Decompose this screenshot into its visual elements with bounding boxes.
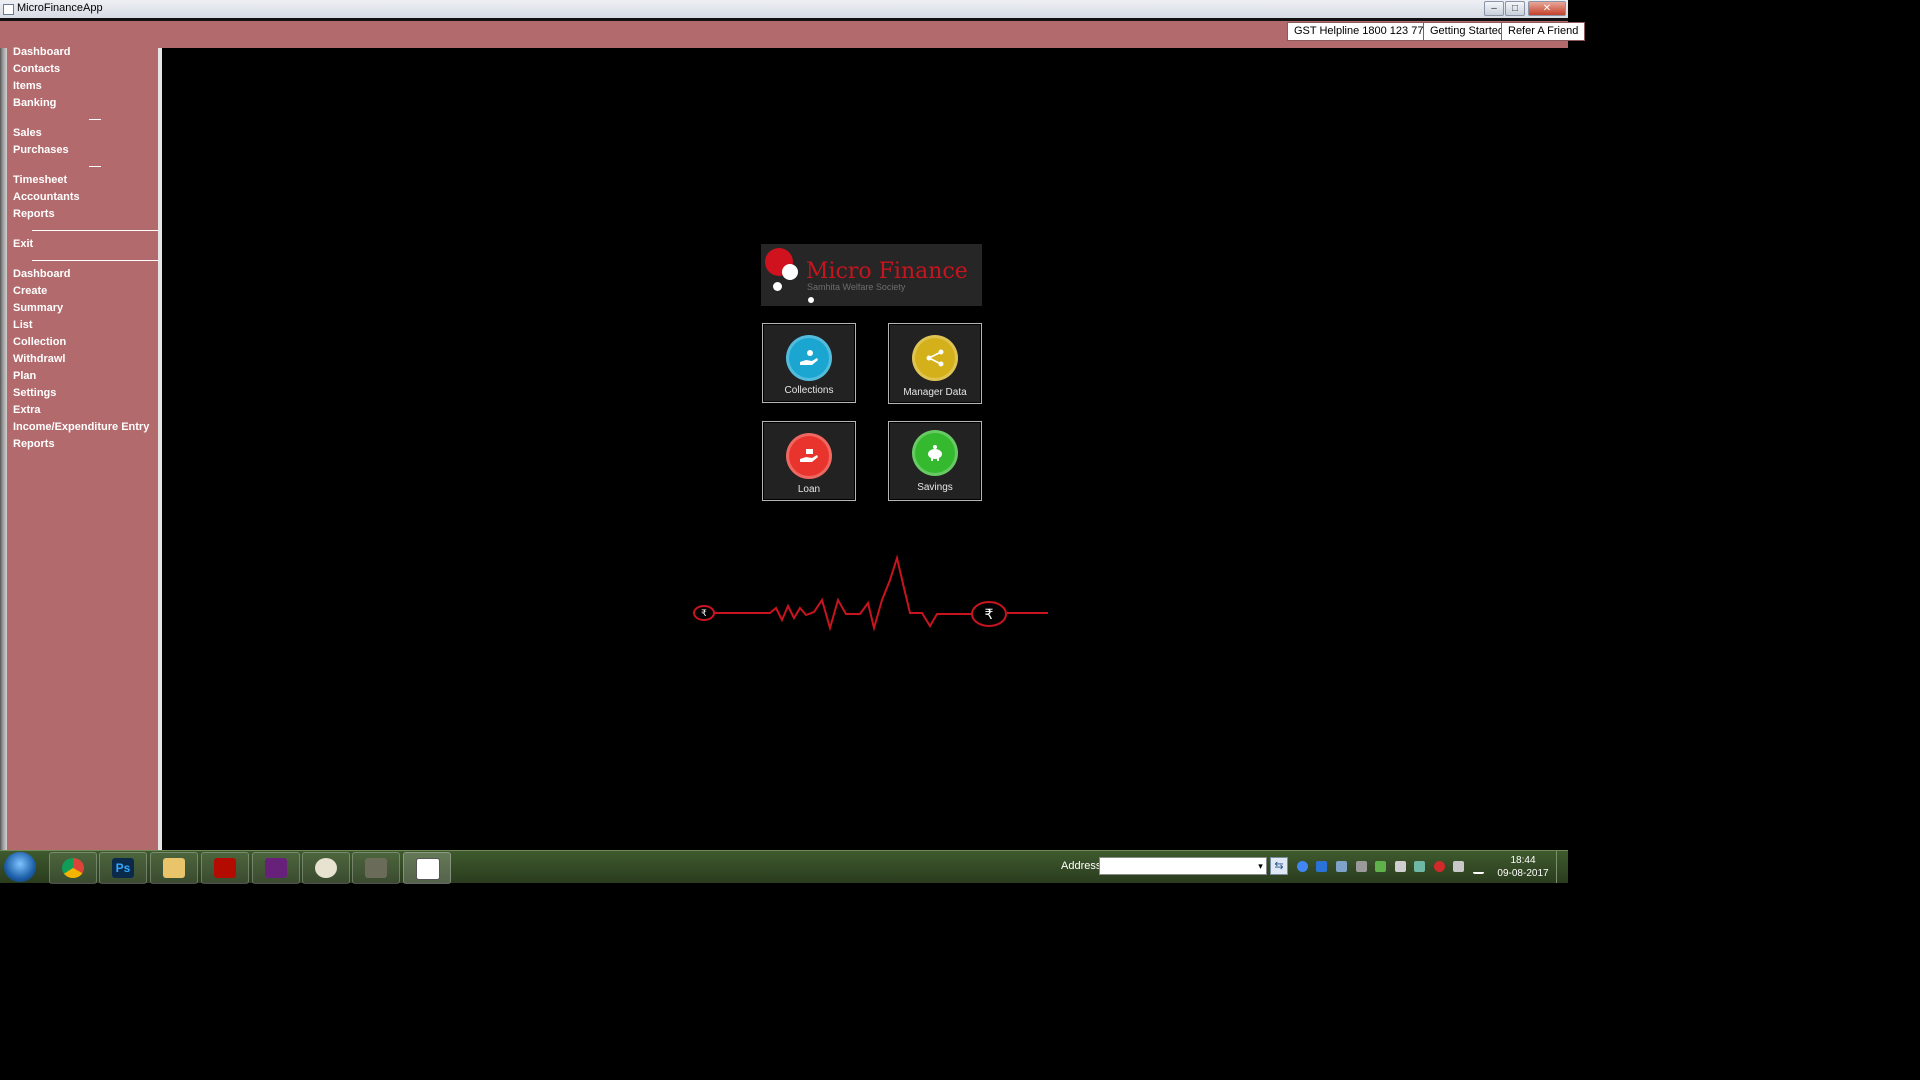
sidebar-item-timesheet[interactable]: Timesheet [13, 174, 67, 186]
gst-helpline-link[interactable]: GST Helpline 1800 123 7711 [1287, 22, 1442, 41]
sidebar-item-items[interactable]: Items [13, 80, 42, 92]
top-toolbar: GST Helpline 1800 123 7711 Getting Start… [0, 21, 1586, 48]
loan-tile[interactable]: Loan [762, 421, 856, 501]
sidebar-item-extra[interactable]: Extra [13, 404, 41, 416]
sidebar-divider [89, 166, 101, 167]
loan-label: Loan [797, 484, 821, 495]
sidebar-item-contacts[interactable]: Contacts [13, 63, 60, 75]
rupee-large-symbol: ₹ [985, 607, 994, 623]
sidebar-item-collection[interactable]: Collection [13, 336, 66, 348]
antivirus-tray-icon[interactable] [1434, 861, 1445, 872]
flag-tray-icon[interactable] [1453, 861, 1464, 872]
minimize-button[interactable]: – [1484, 1, 1504, 16]
sidebar-item-reports-2[interactable]: Reports [13, 438, 55, 450]
sidebar-item-dashboard[interactable]: Dashboard [13, 46, 70, 58]
logo-brand-text: Micro Finance [806, 259, 968, 284]
sidebar-item-accountants[interactable]: Accountants [13, 191, 80, 203]
network-tray-icon[interactable] [1336, 861, 1347, 872]
hand-coin-icon [786, 335, 832, 381]
sidebar-left-edge [0, 48, 7, 850]
money-hand-icon [786, 433, 832, 479]
savings-tile[interactable]: Savings [888, 421, 982, 501]
maximize-button[interactable]: □ [1505, 1, 1525, 16]
start-button[interactable] [4, 852, 36, 882]
savings-label: Savings [917, 482, 953, 493]
dropbox-tray-icon[interactable] [1316, 861, 1327, 872]
address-label: Address [1061, 860, 1102, 872]
sidebar: Dashboard Contacts Items Banking Sales P… [0, 46, 162, 850]
close-button[interactable]: ✕ [1528, 1, 1566, 16]
signal-tray-icon[interactable] [1473, 861, 1484, 874]
sidebar-item-settings[interactable]: Settings [13, 387, 56, 399]
rupee-small-symbol: ₹ [701, 609, 707, 619]
logo-white-dot [782, 264, 798, 280]
sidebar-divider [32, 260, 158, 261]
clock-time: 18:44 [1510, 855, 1536, 866]
chrome-tray-icon[interactable] [1297, 861, 1308, 872]
sidebar-item-exit[interactable]: Exit [13, 238, 33, 250]
settings-tray-icon[interactable] [1356, 861, 1367, 872]
gimp-icon[interactable] [352, 852, 400, 884]
show-desktop-button[interactable] [1556, 851, 1569, 883]
logo-tagline: Samhita Welfare Society [807, 282, 906, 292]
main-content [162, 48, 1568, 850]
sidebar-item-banking[interactable]: Banking [13, 97, 56, 109]
sidebar-item-dashboard-2[interactable]: Dashboard [13, 268, 70, 280]
sidebar-divider [32, 230, 158, 231]
chrome-icon[interactable] [49, 852, 97, 884]
app-window-icon [3, 4, 14, 15]
file-explorer-icon[interactable] [150, 852, 198, 884]
chevron-down-icon[interactable]: ▾ [1255, 858, 1266, 874]
visual-studio-icon[interactable] [252, 852, 300, 884]
sidebar-item-income-expenditure[interactable]: Income/Expenditure Entry [13, 421, 149, 433]
sidebar-item-list[interactable]: List [13, 319, 33, 331]
paint-icon[interactable] [302, 852, 350, 884]
notepad-icon[interactable] [403, 852, 451, 884]
manager-data-tile[interactable]: Manager Data [888, 323, 982, 404]
system-clock[interactable]: 18:44 09-08-2017 [1494, 854, 1552, 880]
refer-a-friend-link[interactable]: Refer A Friend [1501, 22, 1586, 41]
share-icon [912, 335, 958, 381]
sidebar-item-sales[interactable]: Sales [13, 127, 42, 139]
taskbar: Ps Address ▾ ⇆ 18:44 09-08-2017 [0, 850, 1569, 884]
getting-started-link[interactable]: Getting Started [1423, 22, 1511, 41]
sidebar-item-summary[interactable]: Summary [13, 302, 63, 314]
manager-data-label: Manager Data [903, 387, 967, 398]
collections-label: Collections [784, 385, 834, 396]
micro-finance-logo: Micro Finance Samhita Welfare Society [761, 244, 982, 306]
go-button[interactable]: ⇆ [1270, 857, 1288, 875]
sidebar-item-plan[interactable]: Plan [13, 370, 36, 382]
sidebar-item-purchases[interactable]: Purchases [13, 144, 69, 156]
logo-white-dot [808, 297, 814, 303]
acrobat-icon[interactable] [201, 852, 249, 884]
speaker-tray-icon[interactable] [1395, 861, 1406, 872]
sidebar-item-create[interactable]: Create [13, 285, 47, 297]
address-input[interactable] [1099, 857, 1267, 875]
window-title: MicroFinanceApp [17, 2, 103, 14]
clock-date: 09-08-2017 [1497, 868, 1549, 879]
photoshop-icon[interactable]: Ps [99, 852, 147, 884]
pulse-graphic: ₹ ₹ [693, 554, 1048, 632]
collections-tile[interactable]: Collections [762, 323, 856, 403]
sidebar-divider [89, 119, 101, 120]
power-tray-icon[interactable] [1414, 861, 1425, 872]
sidebar-item-withdrawl[interactable]: Withdrawl [13, 353, 65, 365]
sidebar-item-reports[interactable]: Reports [13, 208, 55, 220]
check-tray-icon[interactable] [1375, 861, 1386, 872]
logo-white-dot [773, 282, 782, 291]
window-title-bar: MicroFinanceApp – □ ✕ [0, 0, 1568, 19]
piggy-bank-icon [912, 430, 958, 476]
